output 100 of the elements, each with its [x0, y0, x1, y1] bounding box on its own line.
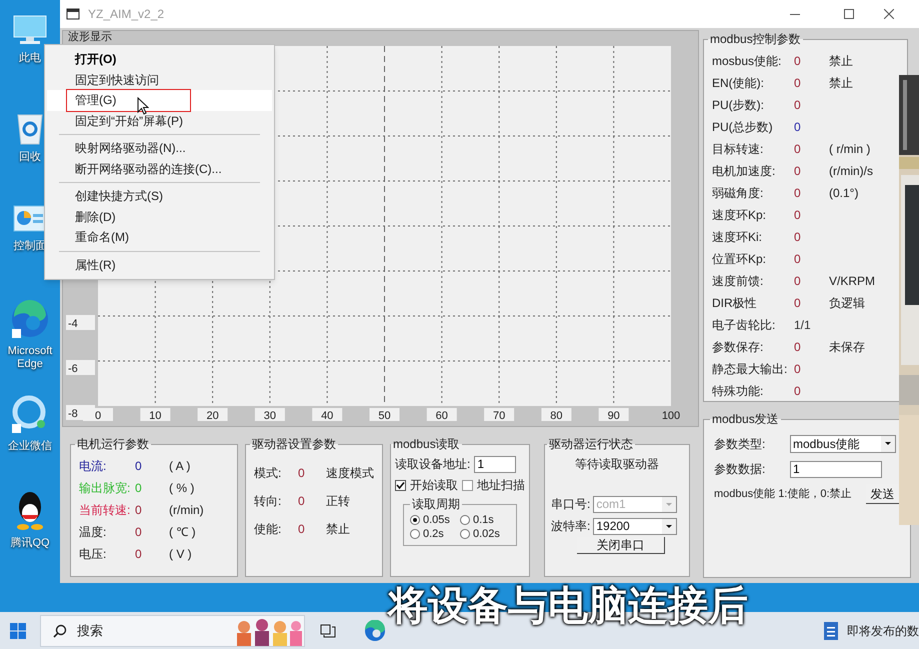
param-value: 0	[794, 251, 802, 268]
tick-label-background	[66, 315, 95, 330]
search-icon	[53, 624, 67, 638]
hint-text: modbus使能 1:使能，0:禁止	[714, 486, 852, 502]
field-label: 串口号:	[551, 496, 590, 513]
radio-button[interactable]	[460, 529, 470, 539]
computer-icon[interactable]	[12, 14, 48, 46]
param-unit: 禁止	[829, 75, 854, 92]
menu-item[interactable]: 映射网络驱动器(N)...	[45, 138, 274, 158]
desktop-icon-label[interactable]: 此电	[19, 52, 41, 65]
tick-label-background	[312, 408, 342, 421]
menu-item[interactable]: 创建快捷方式(S)	[45, 186, 274, 206]
param-value: 0	[794, 273, 802, 290]
tick-label-background	[598, 408, 629, 421]
field-label: 参数类型:	[714, 436, 766, 453]
type-dropdown[interactable]: modbus使能	[790, 435, 896, 453]
data-field[interactable]: 1	[790, 460, 882, 478]
param-unit: 禁止	[829, 53, 854, 70]
param-unit: (r/min)/s	[829, 163, 874, 180]
param-value: 0	[298, 465, 306, 482]
document-icon[interactable]	[823, 620, 839, 640]
param-value: 0	[298, 521, 306, 538]
group-title: modbus发送	[711, 411, 780, 428]
group-title: 驱动器设置参数	[251, 436, 337, 453]
checkbox[interactable]	[395, 480, 406, 490]
param-label: 速度环Kp:	[712, 207, 768, 224]
param-unit: 正转	[326, 493, 351, 510]
param-label: 电压:	[79, 546, 108, 563]
status-text: 等待读取驱动器	[575, 456, 659, 473]
close-port-button[interactable]: 关闭串口	[577, 537, 665, 554]
param-value: 0	[135, 546, 143, 563]
baud-dropdown[interactable]: 19200	[593, 518, 678, 534]
param-unit: 负逻辑	[829, 295, 866, 312]
swirl-icon[interactable]	[10, 299, 50, 339]
group-title: 驱动器运行状态	[548, 436, 634, 453]
checkbox-label: 地址扫描	[477, 477, 525, 494]
x-tick-label: 100	[662, 410, 680, 422]
param-value: 0	[794, 185, 802, 202]
close-icon	[884, 9, 894, 19]
desktop-icon-label[interactable]: 控制面	[14, 240, 46, 253]
menu-item[interactable]: 固定到“开始”屏幕(P)	[45, 110, 274, 131]
param-value: 0	[135, 458, 143, 475]
param-value: 1/1	[794, 317, 812, 334]
desktop-icon-label[interactable]: 企业微信	[8, 440, 52, 453]
radio-label: 0.05s	[423, 512, 450, 528]
desktop-icon-label[interactable]: Microsoft Edge	[0, 345, 60, 371]
menu-item[interactable]: 固定到快速访问	[45, 70, 274, 90]
param-unit: 禁止	[326, 521, 351, 538]
tick-label-background	[484, 408, 514, 421]
x-tick-label: 40	[321, 410, 334, 422]
param-label: 参数保存:	[712, 339, 764, 356]
field-label: 参数数据:	[714, 461, 766, 478]
tick-label-background	[541, 408, 572, 421]
control-panel-icon[interactable]	[13, 204, 47, 234]
menu-item[interactable]: 断开网络驱动器的连接(C)...	[45, 158, 274, 179]
highlighted-menu-item[interactable]: 管理(G)	[47, 90, 272, 110]
menu-item[interactable]: 重命名(M)	[45, 227, 274, 248]
param-unit: ( r/min )	[829, 141, 872, 158]
param-value: 0	[135, 524, 143, 541]
param-label: 温度:	[79, 524, 108, 541]
window-title: YZ_AIM_v2_2	[88, 6, 164, 23]
param-label: PU(总步数)	[712, 119, 774, 136]
param-unit: (r/min)	[169, 502, 205, 519]
tick-label-background	[83, 408, 113, 421]
swirl-icon[interactable]	[364, 620, 386, 642]
param-label: 使能:	[254, 521, 282, 538]
menu-item[interactable]: 属性(R)	[45, 254, 274, 275]
param-value: 0	[794, 141, 802, 158]
param-value: 0	[794, 339, 802, 356]
desktop-icon-label[interactable]: 腾讯QQ	[10, 537, 50, 550]
param-label: 速度前馈:	[712, 273, 764, 290]
desktop-icon-label[interactable]: 回收	[19, 151, 41, 164]
tick-label-background	[370, 408, 400, 421]
windows-logo-icon[interactable]	[10, 622, 26, 638]
param-label: 电机加速度:	[712, 163, 776, 180]
radio-label: 0.1s	[473, 512, 494, 528]
param-value: 0	[298, 493, 306, 510]
x-tick-label: 90	[608, 410, 620, 422]
menu-item[interactable]: 删除(D)	[45, 206, 274, 227]
group-title: modbus控制参数	[709, 31, 802, 48]
param-unit: ( % )	[169, 480, 196, 497]
y-tick-label: -6	[68, 363, 78, 375]
menu-item[interactable]: 打开(O)	[45, 49, 274, 70]
radio-button[interactable]	[410, 529, 420, 539]
address-field[interactable]: 1	[474, 456, 516, 472]
param-value: 0	[794, 53, 802, 70]
checkbox[interactable]	[462, 480, 473, 490]
param-label: 目标转速:	[712, 141, 764, 158]
radio-button[interactable]	[410, 515, 420, 525]
param-label: 输出脉宽:	[79, 480, 132, 497]
param-unit: 速度模式	[326, 465, 374, 482]
y-tick-label: -8	[68, 408, 78, 420]
radio-button[interactable]	[460, 515, 470, 525]
param-value: 0	[794, 97, 802, 114]
task-view-icon[interactable]	[320, 624, 336, 638]
param-label: 弱磁角度:	[712, 185, 764, 202]
param-label: DIR极性	[712, 295, 758, 312]
search-box[interactable]: 搜索	[40, 614, 305, 646]
tick-label-background	[426, 408, 457, 421]
param-value: 0	[794, 119, 802, 136]
